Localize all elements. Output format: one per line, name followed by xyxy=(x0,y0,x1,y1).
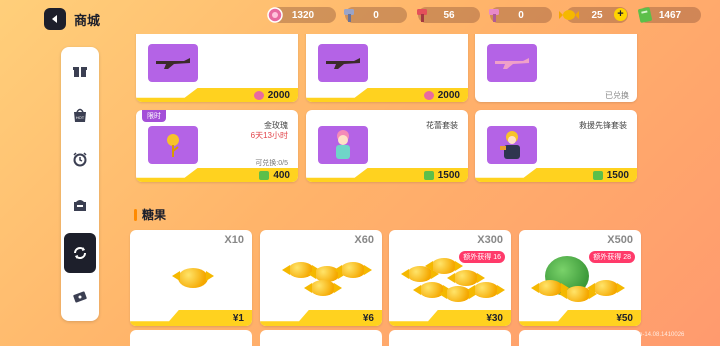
gift-icon xyxy=(73,67,87,77)
limited-badge: 限时 xyxy=(142,110,166,122)
bonus-badge: 额外获得 16 xyxy=(459,251,505,263)
redeem-limit: 可兑换:0/5 xyxy=(255,160,288,167)
price-tag: 2000 xyxy=(306,88,468,102)
rescue-outfit-icon xyxy=(487,126,537,164)
candy-pack-card[interactable]: X60 ¥6 xyxy=(260,230,382,326)
resource-value: 1320 xyxy=(291,9,315,21)
hot-bag-icon: HOT xyxy=(74,108,86,122)
flower-outfit-icon xyxy=(318,126,368,164)
alarm-clock-icon xyxy=(73,152,87,167)
resource-value: 0 xyxy=(518,9,524,21)
item-name: 救援先锋套装 xyxy=(579,121,627,130)
ticket-green-icon xyxy=(259,170,270,180)
candy-pack-card[interactable] xyxy=(519,330,641,346)
price-tag: ¥50 xyxy=(519,310,641,326)
price-tag: 2000 xyxy=(136,88,298,102)
golden-rose-icon xyxy=(148,126,198,164)
candy-pack-card[interactable] xyxy=(260,330,382,346)
refresh-icon xyxy=(74,247,86,259)
price-tag: 400 xyxy=(136,168,298,182)
sidebar-item-tickets[interactable] xyxy=(64,281,96,313)
hammer-pink-icon xyxy=(484,4,506,26)
ticket-green-icon xyxy=(592,170,603,180)
resource-value: 0 xyxy=(373,9,379,21)
candy-quantity: X60 xyxy=(354,234,374,246)
resource-value: 25 xyxy=(591,9,603,21)
pink-rifle-icon xyxy=(487,44,537,82)
hammer-red-icon xyxy=(412,4,434,26)
candy-quantity: X500 xyxy=(607,234,633,246)
redeemed-status: 已兑换 xyxy=(605,90,629,100)
candy-quantity: X300 xyxy=(477,234,503,246)
resource-value: 56 xyxy=(443,9,455,21)
shop-item-card[interactable]: 2000 xyxy=(136,34,298,102)
candy-pack-card[interactable] xyxy=(389,330,511,346)
add-candy-button[interactable]: + xyxy=(614,8,627,21)
candy-icon xyxy=(558,4,580,26)
back-button[interactable] xyxy=(44,8,66,30)
rifle-icon xyxy=(148,44,198,82)
candy-pack-card[interactable]: X500 额外获得 28 ¥50 xyxy=(519,230,641,326)
rifle-icon xyxy=(318,44,368,82)
candy-pack-card[interactable] xyxy=(130,330,252,346)
resource-value: 1467 xyxy=(658,9,682,21)
coin-pink-icon xyxy=(253,90,264,100)
countdown-timer: 6天13小时 xyxy=(250,131,288,140)
shop-item-card[interactable]: 2000 xyxy=(306,34,468,102)
ticket-icon xyxy=(73,291,87,303)
sidebar-item-packages[interactable] xyxy=(64,189,96,221)
top-bar: 商城 1320 0 56 0 25 + 1467 xyxy=(0,0,720,34)
shop-content: 2000 2000 已兑换 限时 金玫瑰 6天13小时 可兑换:0/5 400 … xyxy=(128,34,658,346)
sidebar-item-limited[interactable] xyxy=(64,143,96,175)
price-tag: ¥30 xyxy=(389,310,511,326)
version-watermark: kn-14.08.1410026 xyxy=(636,332,685,338)
sidebar-item-hot[interactable]: HOT xyxy=(64,99,96,131)
shop-item-card[interactable]: 救援先锋套装 1500 xyxy=(475,110,637,182)
price-tag: ¥1 xyxy=(130,310,252,326)
bonus-badge: 额外获得 28 xyxy=(589,251,635,263)
section-title-candy: 糖果 xyxy=(134,206,166,223)
item-name: 花蕾套装 xyxy=(426,121,458,130)
price-tag: ¥6 xyxy=(260,310,382,326)
package-icon xyxy=(74,200,86,211)
section-marker xyxy=(134,208,137,221)
ticket-green-icon xyxy=(423,170,434,180)
shop-item-card[interactable]: 花蕾套装 1500 xyxy=(306,110,468,182)
price-tag: 1500 xyxy=(475,168,637,182)
shop-item-card[interactable]: 限时 金玫瑰 6天13小时 可兑换:0/5 400 xyxy=(136,110,298,182)
coin-pink-icon xyxy=(423,90,434,100)
shop-item-card[interactable]: 已兑换 xyxy=(475,34,637,102)
candy-pack-card[interactable]: X300 额外获得 16 ¥30 xyxy=(389,230,511,326)
page-title: 商城 xyxy=(74,13,101,28)
ticket-green-icon xyxy=(634,4,656,26)
back-arrow-icon xyxy=(52,15,57,23)
candy-pack-card[interactable]: X10 ¥1 xyxy=(130,230,252,326)
sidebar-item-gift[interactable] xyxy=(64,55,96,87)
coin-pink-icon xyxy=(264,4,286,26)
svg-text:HOT: HOT xyxy=(76,115,85,120)
sidebar-item-candy[interactable] xyxy=(64,233,96,273)
candy-quantity: X10 xyxy=(224,234,244,246)
hammer-icon xyxy=(339,4,361,26)
category-sidebar: HOT xyxy=(61,47,99,321)
price-tag: 1500 xyxy=(306,168,468,182)
